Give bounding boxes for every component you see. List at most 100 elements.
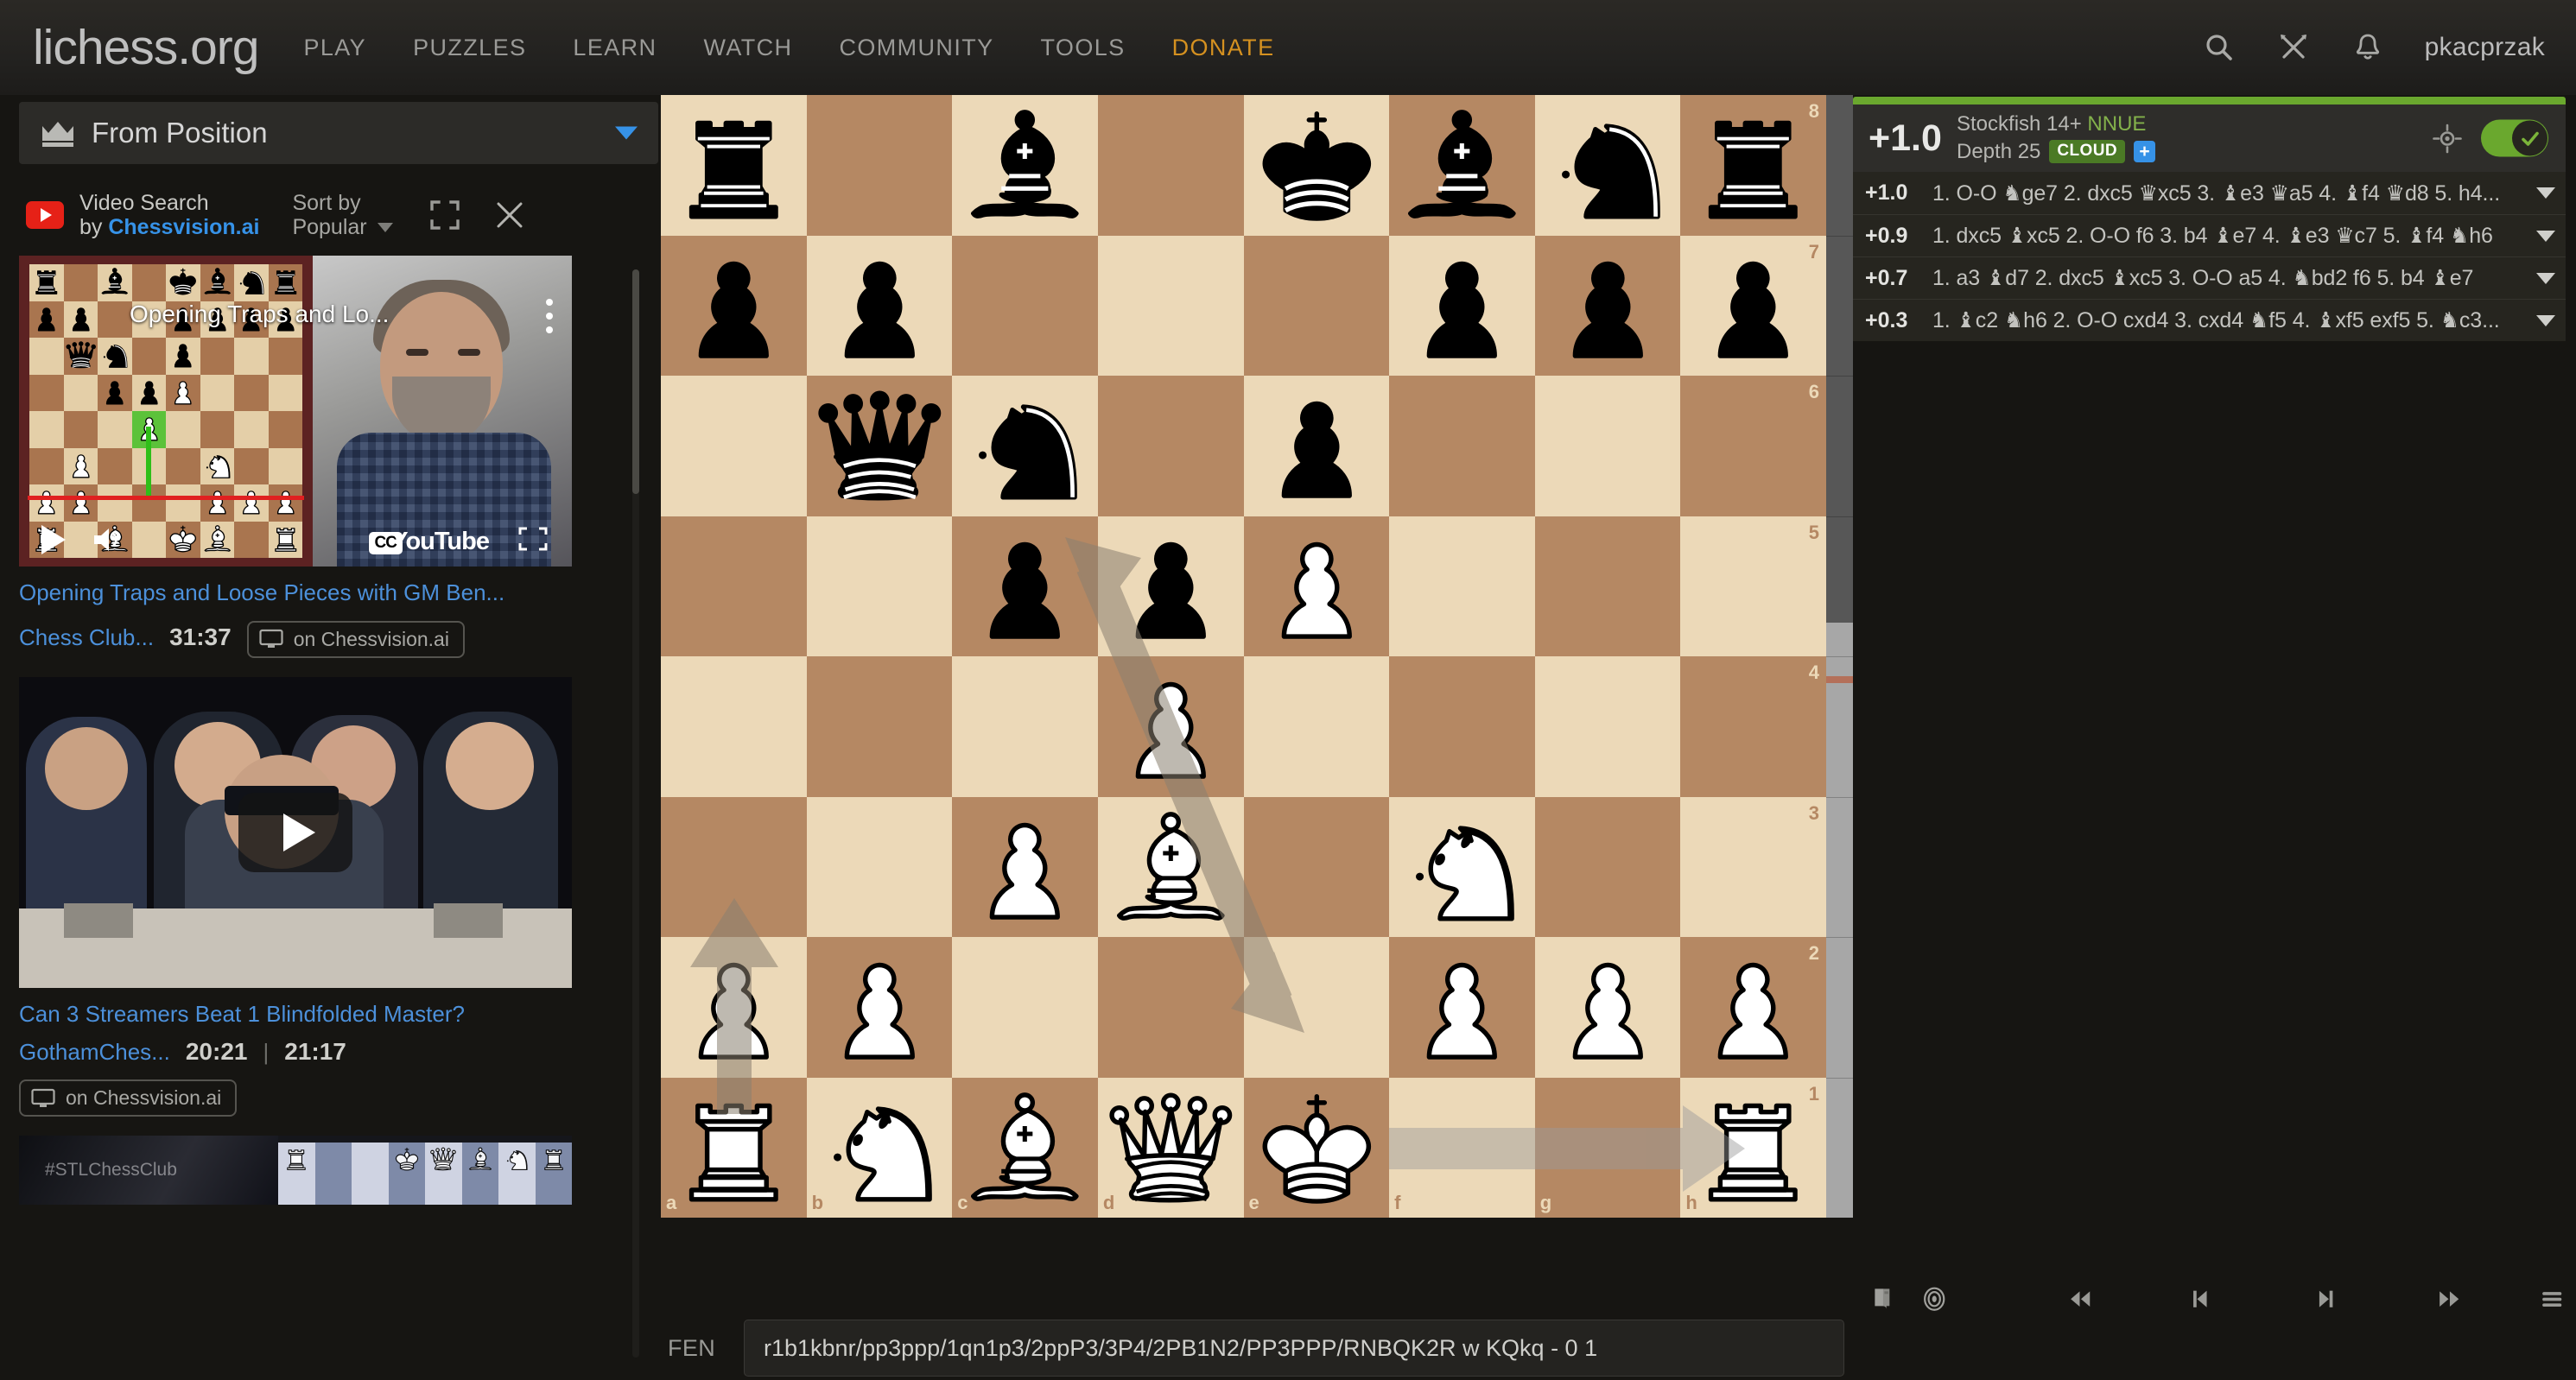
board-square-d5[interactable] (1097, 516, 1244, 656)
board-square-c7[interactable] (952, 235, 1098, 376)
board-square-f2[interactable] (1389, 937, 1535, 1078)
sidebar-scrollbar-thumb[interactable] (632, 269, 639, 494)
study-chapter-selector[interactable]: From Position (19, 102, 658, 164)
board-square-b3[interactable] (806, 796, 953, 937)
board-square-g6[interactable] (1534, 376, 1681, 516)
board-square-f6[interactable] (1389, 376, 1535, 516)
skip-to-start-icon[interactable] (2066, 1285, 2094, 1323)
board-square-e6[interactable] (1243, 376, 1390, 516)
board-square-f8[interactable] (1389, 95, 1535, 236)
board-square-c1[interactable] (952, 1077, 1098, 1218)
video-results-list[interactable]: Opening Traps and Lo... CC YouTube Openi… (19, 256, 624, 1292)
play-button[interactable] (41, 525, 66, 554)
search-icon[interactable] (2202, 30, 2237, 65)
board-square-b5[interactable] (806, 516, 953, 656)
board-square-e8[interactable] (1243, 95, 1390, 236)
board-square-b4[interactable] (806, 656, 953, 797)
more-options-icon[interactable] (546, 299, 553, 340)
board-square-g7[interactable] (1534, 235, 1681, 376)
board-square-e7[interactable] (1243, 235, 1390, 376)
video-title[interactable]: Opening Traps and Loose Pieces with GM B… (19, 579, 572, 607)
step-back-icon[interactable] (2184, 1285, 2211, 1323)
board-square-e5[interactable] (1243, 516, 1390, 656)
board-square-d6[interactable] (1097, 376, 1244, 516)
chessvision-brand-link[interactable]: Chessvision.ai (108, 215, 259, 239)
board-square-e4[interactable] (1243, 656, 1390, 797)
chevron-down-icon[interactable] (615, 126, 638, 140)
principal-variation-list[interactable]: +1.0 1. O-O ♞ge7 2. dxc5 ♛xc5 3. ♝e3 ♛a5… (1853, 172, 2566, 341)
board-square-g1[interactable] (1534, 1077, 1681, 1218)
board-square-b6[interactable] (806, 376, 953, 516)
board-square-a2[interactable] (661, 937, 807, 1078)
nav-item-puzzles[interactable]: PUZZLES (413, 35, 526, 61)
pv-row[interactable]: +0.9 1. dxc5 ♝xc5 2. O-O f6 3. b4 ♝e7 4.… (1853, 214, 2566, 256)
video-card[interactable]: Can 3 Streamers Beat 1 Blindfolded Maste… (19, 676, 572, 1117)
chessboard[interactable]: 8 7 6 5 4 3 2 1 a b c d e f g h (661, 95, 1826, 1218)
board-square-g3[interactable] (1534, 796, 1681, 937)
board-square-d3[interactable] (1097, 796, 1244, 937)
board-square-b2[interactable] (806, 937, 953, 1078)
video-thumbnail[interactable] (19, 676, 572, 988)
board-square-f4[interactable] (1389, 656, 1535, 797)
sort-by-dropdown[interactable]: Sort by Popular (292, 191, 393, 239)
chevron-down-icon[interactable] (2536, 187, 2555, 199)
board-square-a3[interactable] (661, 796, 807, 937)
notifications-bell-icon[interactable] (2351, 30, 2385, 65)
board-square-d8[interactable] (1097, 95, 1244, 236)
board-square-a1[interactable] (661, 1077, 807, 1218)
nav-item-donate[interactable]: DONATE (1172, 35, 1275, 61)
close-icon[interactable] (495, 200, 524, 230)
board-square-c8[interactable] (952, 95, 1098, 236)
engine-toggle[interactable] (2481, 119, 2548, 157)
board-square-g4[interactable] (1534, 656, 1681, 797)
board-square-e3[interactable] (1243, 796, 1390, 937)
video-channel[interactable]: Chess Club... (19, 624, 154, 651)
board-square-a8[interactable] (661, 95, 807, 236)
crosshair-icon[interactable] (2433, 123, 2462, 153)
chevron-down-icon[interactable] (2536, 272, 2555, 284)
video-thumbnail[interactable]: #STLChessClub (19, 1136, 572, 1205)
board-square-f7[interactable] (1389, 235, 1535, 376)
board-square-g5[interactable] (1534, 516, 1681, 656)
chevron-down-icon[interactable] (2536, 314, 2555, 326)
pv-row[interactable]: +1.0 1. O-O ♞ge7 2. dxc5 ♛xc5 3. ♝e3 ♛a5… (1853, 172, 2566, 214)
youtube-player-embed[interactable]: Opening Traps and Lo... CC YouTube (19, 256, 572, 567)
skip-to-end-icon[interactable] (2435, 1285, 2463, 1323)
plus-badge-icon[interactable]: + (2133, 141, 2155, 163)
target-icon[interactable] (1920, 1285, 1948, 1323)
board-square-f1[interactable] (1389, 1077, 1535, 1218)
open-on-chessvision-chip[interactable]: on Chessvision.ai (246, 620, 465, 658)
nav-item-learn[interactable]: LEARN (573, 35, 657, 61)
board-square-a4[interactable] (661, 656, 807, 797)
hamburger-menu-icon[interactable] (2538, 1285, 2566, 1323)
board-square-d1[interactable] (1097, 1077, 1244, 1218)
board-square-a7[interactable] (661, 235, 807, 376)
video-channel[interactable]: GothamChes... (19, 1039, 170, 1066)
board-square-b1[interactable] (806, 1077, 953, 1218)
nav-item-tools[interactable]: TOOLS (1041, 35, 1126, 61)
video-card[interactable]: #STLChessClub (19, 1136, 572, 1205)
board-square-d2[interactable] (1097, 937, 1244, 1078)
pv-row[interactable]: +0.7 1. a3 ♝d7 2. dxc5 ♝xc5 3. O-O a5 4.… (1853, 256, 2566, 299)
board-square-f5[interactable] (1389, 516, 1535, 656)
username-label[interactable]: pkacprzak (2425, 33, 2545, 62)
video-title[interactable]: Can 3 Streamers Beat 1 Blindfolded Maste… (19, 1000, 572, 1029)
play-button[interactable] (238, 792, 352, 872)
chevron-down-icon[interactable] (2536, 230, 2555, 242)
board-square-c2[interactable] (952, 937, 1098, 1078)
board-square-d4[interactable] (1097, 656, 1244, 797)
open-on-chessvision-chip[interactable]: on Chessvision.ai (19, 1079, 238, 1117)
volume-icon[interactable] (92, 526, 124, 554)
site-logo[interactable]: lichess.org (33, 19, 259, 76)
sidebar-scrollbar[interactable] (632, 269, 639, 1358)
expand-icon[interactable] (429, 199, 460, 231)
step-forward-icon[interactable] (2314, 1285, 2342, 1323)
board-square-g8[interactable] (1534, 95, 1681, 236)
pv-row[interactable]: +0.3 1. ♝c2 ♞h6 2. O-O cxd4 3. cxd4 ♞f5 … (1853, 299, 2566, 341)
board-square-e2[interactable] (1243, 937, 1390, 1078)
board-square-c6[interactable] (952, 376, 1098, 516)
fullscreen-icon[interactable] (518, 527, 548, 551)
board-square-b7[interactable] (806, 235, 953, 376)
book-icon[interactable] (1869, 1285, 1896, 1323)
nav-item-play[interactable]: PLAY (303, 35, 366, 61)
